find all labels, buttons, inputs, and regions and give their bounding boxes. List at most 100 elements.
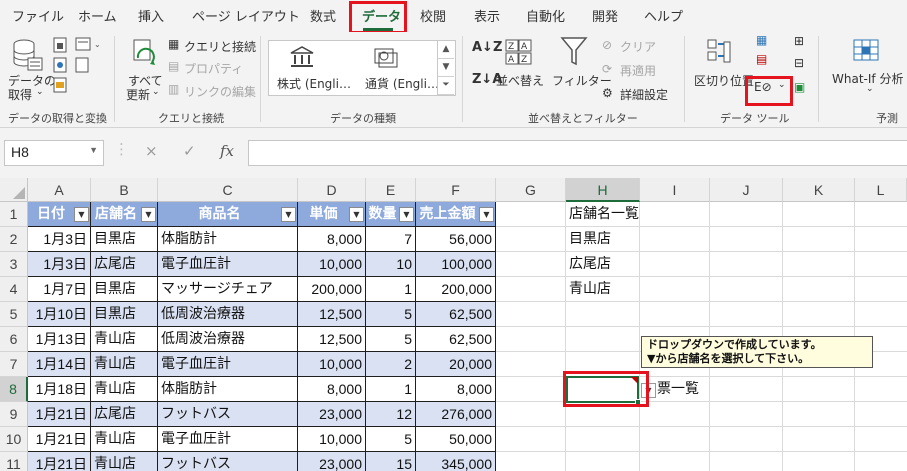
table-cell[interactable]: フットバス bbox=[158, 402, 298, 427]
queries-connections-icon[interactable]: ▦ bbox=[168, 37, 179, 51]
table-cell[interactable]: 1月21日 bbox=[28, 427, 91, 452]
advanced-button[interactable]: 詳細設定 bbox=[620, 86, 668, 103]
column-header-d[interactable]: D bbox=[298, 178, 366, 202]
column-header-g[interactable]: G bbox=[496, 178, 566, 202]
table-cell[interactable]: 20,000 bbox=[416, 352, 496, 377]
tab-insert[interactable]: 挿入 bbox=[138, 6, 164, 25]
table-cell[interactable]: 広尾店 bbox=[91, 402, 158, 427]
table-cell[interactable]: マッサージチェア bbox=[158, 277, 298, 302]
table-cell[interactable]: 100,000 bbox=[416, 252, 496, 277]
tab-home[interactable]: ホーム bbox=[78, 6, 117, 25]
refresh-all-label-2[interactable]: 更新 bbox=[126, 86, 150, 103]
table-cell[interactable]: 276,000 bbox=[416, 402, 496, 427]
column-header-k[interactable]: K bbox=[783, 178, 855, 202]
relationships-icon[interactable]: ⊟ bbox=[794, 56, 804, 70]
table-cell[interactable]: 1月3日 bbox=[28, 252, 91, 277]
queries-connections-button[interactable]: クエリと接続 bbox=[184, 38, 256, 55]
table-cell[interactable]: 345,000 bbox=[416, 452, 496, 471]
data-types-gallery[interactable]: 株式 (Engli… 通貨 (Engli… ▲ ▼ ⏷ bbox=[268, 40, 456, 96]
table-cell[interactable]: 5 bbox=[366, 427, 416, 452]
tab-review[interactable]: 校閲 bbox=[420, 6, 446, 25]
table-cell[interactable]: 低周波治療器 bbox=[158, 327, 298, 352]
select-all-button[interactable] bbox=[0, 178, 28, 202]
table-cell[interactable]: 1 bbox=[366, 377, 416, 402]
column-header-f[interactable]: F bbox=[416, 178, 496, 202]
table-cell[interactable]: 15 bbox=[366, 452, 416, 471]
tab-automate[interactable]: 自動化 bbox=[526, 6, 565, 25]
table-cell[interactable]: 12,500 bbox=[298, 327, 366, 352]
filter-dropdown-icon[interactable]: ▼ bbox=[74, 207, 89, 222]
gallery-scroll[interactable]: ▲ ▼ ⏷ bbox=[437, 41, 454, 95]
table-cell[interactable]: 10 bbox=[366, 252, 416, 277]
column-header-e[interactable]: E bbox=[366, 178, 416, 202]
table-cell[interactable]: 23,000 bbox=[298, 452, 366, 471]
chevron-down-icon[interactable]: ▼ bbox=[89, 145, 98, 155]
row-header-8[interactable]: 8 bbox=[0, 377, 28, 402]
table-cell[interactable]: フットバス bbox=[158, 452, 298, 471]
table-cell[interactable]: 1月3日 bbox=[28, 227, 91, 252]
table-cell[interactable]: 12,500 bbox=[298, 302, 366, 327]
cancel-icon[interactable]: × bbox=[145, 142, 158, 160]
column-header-b[interactable]: B bbox=[91, 178, 158, 202]
table-cell[interactable]: 8,000 bbox=[416, 377, 496, 402]
table-cell[interactable]: 5 bbox=[366, 327, 416, 352]
drag-handle-icon[interactable]: ⋮ bbox=[114, 140, 129, 158]
chevron-up-icon[interactable]: ▲ bbox=[438, 41, 454, 59]
table-cell[interactable]: 5 bbox=[366, 302, 416, 327]
table-cell[interactable]: 目黒店 bbox=[91, 227, 158, 252]
row-header-9[interactable]: 9 bbox=[0, 402, 28, 427]
sort-icon[interactable]: Z A A Z bbox=[504, 38, 532, 69]
table-cell[interactable]: 1月18日 bbox=[28, 377, 91, 402]
table-cell[interactable]: 電子血圧計 bbox=[158, 352, 298, 377]
tab-help[interactable]: ヘルプ bbox=[644, 6, 683, 25]
table-cell[interactable]: 200,000 bbox=[416, 277, 496, 302]
filter-funnel-icon[interactable] bbox=[560, 36, 588, 71]
table-cell[interactable]: 青山店 bbox=[91, 352, 158, 377]
filter-dropdown-icon[interactable]: ▼ bbox=[141, 207, 156, 222]
enter-icon[interactable]: ✓ bbox=[183, 142, 196, 160]
table-cell[interactable]: 目黒店 bbox=[91, 302, 158, 327]
row-header-5[interactable]: 5 bbox=[0, 302, 28, 327]
tab-file[interactable]: ファイル bbox=[12, 6, 64, 25]
table-cell[interactable]: 56,000 bbox=[416, 227, 496, 252]
name-box[interactable]: H8 ▼ bbox=[4, 140, 104, 166]
row-header-10[interactable]: 10 bbox=[0, 427, 28, 452]
data-type-currencies[interactable]: 通貨 (Engli… bbox=[365, 75, 439, 92]
row-header-11[interactable]: 11 bbox=[0, 452, 28, 471]
filter-dropdown-icon[interactable]: ▼ bbox=[399, 207, 414, 222]
column-header-l[interactable]: L bbox=[855, 178, 907, 202]
table-header-cell[interactable]: 商品名 bbox=[158, 202, 298, 227]
filter-dropdown-icon[interactable]: ▼ bbox=[281, 207, 296, 222]
table-cell[interactable]: 1月21日 bbox=[28, 452, 91, 471]
text-to-columns-icon[interactable] bbox=[706, 38, 732, 69]
tab-formulas[interactable]: 数式 bbox=[310, 6, 336, 25]
data-type-stocks[interactable]: 株式 (Engli… bbox=[277, 75, 351, 92]
table-cell[interactable]: 8,000 bbox=[298, 227, 366, 252]
tab-view[interactable]: 表示 bbox=[474, 6, 500, 25]
flash-fill-icon[interactable]: ▦ bbox=[756, 33, 767, 47]
row-header-7[interactable]: 7 bbox=[0, 352, 28, 377]
sort-button[interactable]: 並べ替え bbox=[496, 72, 544, 89]
table-cell[interactable]: 電子血圧計 bbox=[158, 252, 298, 277]
table-cell[interactable]: 7 bbox=[366, 227, 416, 252]
insert-function-icon[interactable]: fx bbox=[220, 142, 234, 160]
table-cell[interactable]: 12 bbox=[366, 402, 416, 427]
table-cell[interactable]: 1月7日 bbox=[28, 277, 91, 302]
chevron-down-icon[interactable]: ▼ bbox=[438, 59, 454, 77]
table-cell[interactable]: 1月13日 bbox=[28, 327, 91, 352]
table-cell[interactable]: 62,500 bbox=[416, 302, 496, 327]
table-cell[interactable]: 1月14日 bbox=[28, 352, 91, 377]
remove-duplicates-icon[interactable]: ▤ bbox=[756, 52, 767, 66]
column-header-h[interactable]: H bbox=[566, 178, 640, 202]
advanced-filter-icon[interactable]: ⚙ bbox=[602, 86, 613, 100]
data-model-icon[interactable]: ▣ bbox=[794, 80, 805, 94]
table-cell[interactable]: 2 bbox=[366, 352, 416, 377]
text-csv-icon[interactable]: ⌄ bbox=[52, 36, 112, 97]
get-data-label-2[interactable]: 取得 bbox=[8, 86, 32, 103]
column-header-a[interactable]: A bbox=[28, 178, 91, 202]
column-header-i[interactable]: I bbox=[640, 178, 710, 202]
gallery-more-icon[interactable]: ⏷ bbox=[438, 77, 454, 95]
table-cell[interactable]: 低周波治療器 bbox=[158, 302, 298, 327]
table-cell[interactable]: 1月21日 bbox=[28, 402, 91, 427]
table-cell[interactable]: 1月10日 bbox=[28, 302, 91, 327]
